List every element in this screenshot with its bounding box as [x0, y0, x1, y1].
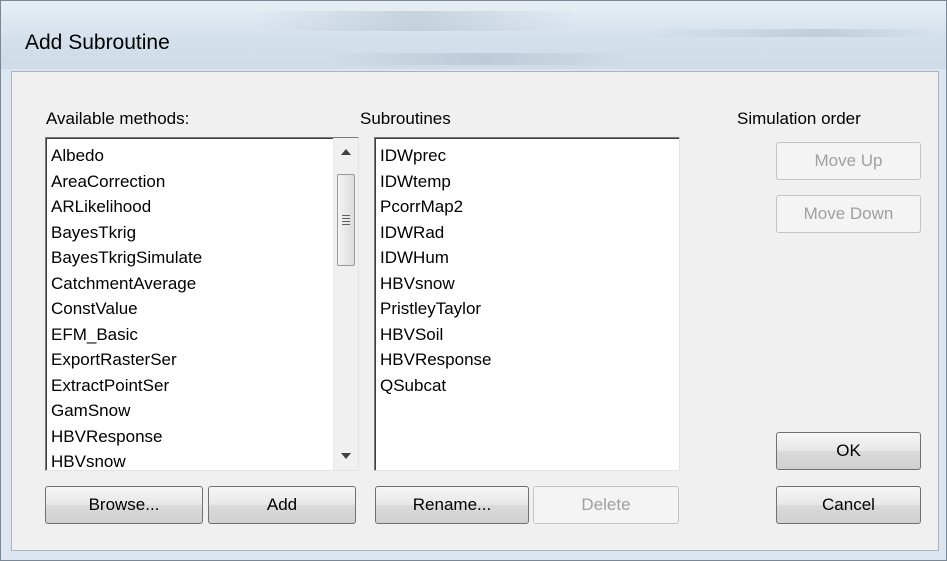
grip-icon — [342, 215, 350, 225]
list-item[interactable]: HBVsnow — [380, 271, 492, 297]
list-item[interactable]: ConstValue — [51, 296, 202, 322]
list-item[interactable]: BayesTkrigSimulate — [51, 245, 202, 271]
rename-button[interactable]: Rename... — [375, 486, 529, 524]
list-item[interactable]: PristleyTaylor — [380, 296, 492, 322]
list-item[interactable]: Albedo — [51, 143, 202, 169]
list-item[interactable]: ExtractPointSer — [51, 373, 202, 399]
dialog-client-area: Available methods: Albedo AreaCorrection A… — [11, 71, 939, 551]
subroutines-listbox[interactable]: IDWprec IDWtemp PcorrMap2 IDWRad IDWHum HBVsn… — [374, 137, 680, 471]
list-item[interactable]: HBVResponse — [380, 347, 492, 373]
list-item[interactable]: AreaCorrection — [51, 169, 202, 195]
cancel-button[interactable]: Cancel — [776, 486, 921, 524]
list-item[interactable]: CatchmentAverage — [51, 271, 202, 297]
list-item[interactable]: PcorrMap2 — [380, 194, 492, 220]
list-item[interactable]: HBVSoil — [380, 322, 492, 348]
browse-button[interactable]: Browse... — [45, 486, 203, 524]
list-item[interactable]: EFM_Basic — [51, 322, 202, 348]
scroll-thumb[interactable] — [337, 174, 355, 266]
available-methods-label: Available methods: — [46, 109, 190, 128]
move-down-button[interactable]: Move Down — [776, 195, 921, 233]
list-item[interactable]: IDWRad — [380, 220, 492, 246]
add-button[interactable]: Add — [208, 486, 356, 524]
list-item[interactable]: IDWHum — [380, 245, 492, 271]
list-item[interactable]: IDWtemp — [380, 169, 492, 195]
list-item[interactable]: IDWprec — [380, 143, 492, 169]
list-item[interactable]: HBVsnow — [51, 449, 202, 470]
delete-button[interactable]: Delete — [533, 486, 679, 524]
add-subroutine-dialog: Add Subroutine Available methods: Albedo… — [0, 0, 947, 561]
available-methods-listbox[interactable]: Albedo AreaCorrection ARLikelihood BayesTkr… — [45, 137, 359, 471]
move-up-button[interactable]: Move Up — [776, 142, 921, 180]
title-bar[interactable]: Add Subroutine — [1, 1, 946, 69]
ok-button[interactable]: OK — [776, 432, 921, 470]
subroutines-label: Subroutines — [360, 109, 451, 128]
simulation-order-label: Simulation order — [737, 109, 861, 128]
list-item[interactable]: ExportRasterSer — [51, 347, 202, 373]
available-methods-scrollbar[interactable] — [333, 138, 358, 470]
list-item[interactable]: HBVResponse — [51, 424, 202, 450]
scroll-down-arrow-icon[interactable] — [334, 444, 358, 468]
list-item[interactable]: BayesTkrig — [51, 220, 202, 246]
list-item[interactable]: QSubcat — [380, 373, 492, 399]
list-item[interactable]: ARLikelihood — [51, 194, 202, 220]
list-item[interactable]: GamSnow — [51, 398, 202, 424]
window-title: Add Subroutine — [25, 31, 170, 54]
scroll-up-arrow-icon[interactable] — [334, 140, 358, 164]
